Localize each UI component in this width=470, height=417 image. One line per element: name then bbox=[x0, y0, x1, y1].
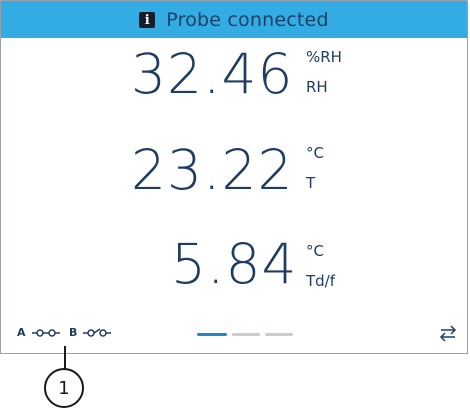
bottom-bar: A B bbox=[1, 319, 467, 347]
port-b-label: B bbox=[69, 326, 78, 339]
reading-unit: %RH bbox=[306, 48, 342, 66]
page-indicator-2[interactable] bbox=[232, 333, 260, 336]
reading-quantity: Td/f bbox=[306, 272, 336, 290]
status-bar: i Probe connected bbox=[1, 1, 467, 38]
page-indicator-3[interactable] bbox=[265, 333, 293, 336]
info-icon: i bbox=[139, 12, 156, 28]
reading-unit: °C bbox=[306, 242, 324, 260]
page-indicator-1[interactable] bbox=[197, 333, 227, 336]
reading-value: 23.22 bbox=[131, 138, 294, 202]
reading-dewpoint[interactable]: 5.84 °C Td/f bbox=[1, 228, 469, 318]
reading-value: 32.46 bbox=[131, 42, 294, 106]
reading-value: 5.84 bbox=[171, 232, 298, 296]
reading-temperature[interactable]: 23.22 °C T bbox=[1, 133, 469, 228]
probe-port-a-icon bbox=[32, 329, 60, 337]
port-a-label: A bbox=[17, 326, 26, 339]
callout-number: 1 bbox=[58, 377, 70, 399]
probe-port-b-icon bbox=[83, 328, 111, 337]
reading-rh[interactable]: 32.46 %RH RH bbox=[1, 38, 469, 133]
device-screen: i Probe connected 32.46 %RH RH 23.22 °C … bbox=[0, 0, 468, 354]
swap-arrows-icon[interactable] bbox=[438, 323, 458, 343]
status-message: Probe connected bbox=[166, 8, 329, 31]
reading-unit: °C bbox=[306, 144, 324, 162]
reading-quantity: T bbox=[306, 174, 316, 192]
reading-quantity: RH bbox=[306, 78, 328, 96]
callout-marker: 1 bbox=[44, 368, 84, 408]
